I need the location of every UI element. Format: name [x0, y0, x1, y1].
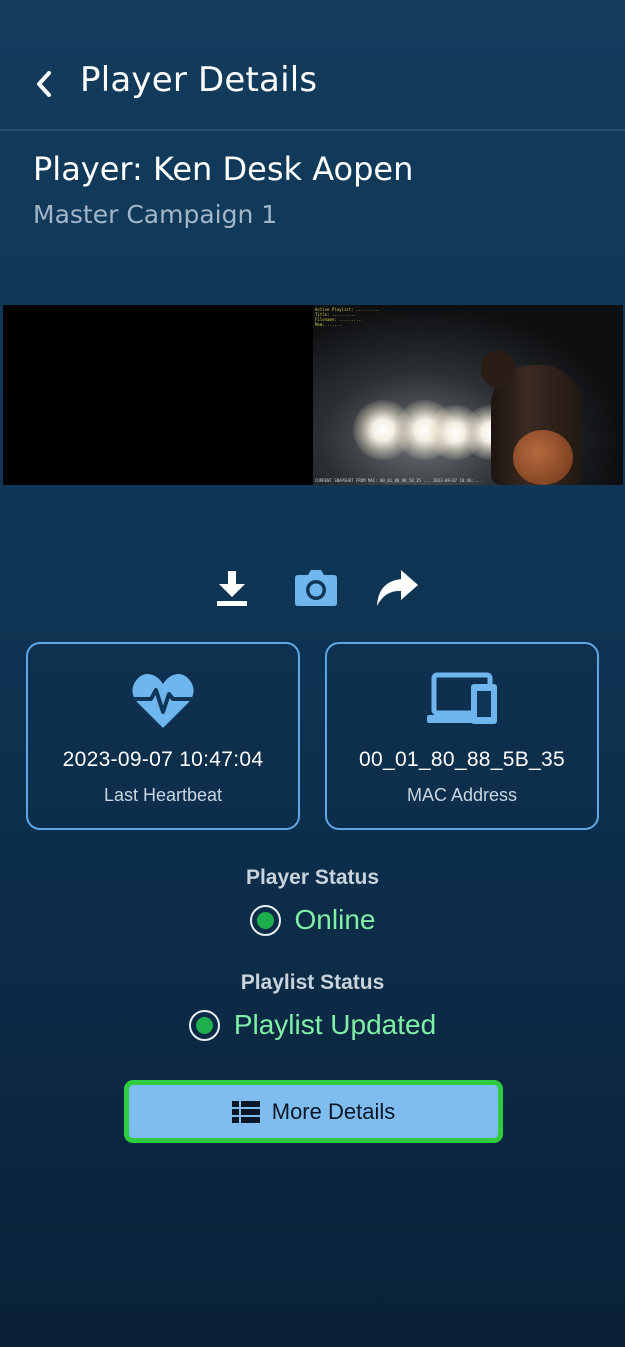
status-indicator-icon: [249, 904, 281, 936]
playlist-status-value: Playlist Updated: [233, 1009, 437, 1040]
app-header: Player Details: [0, 0, 625, 131]
osd-footer: CURRENT SNAPSHOT FROM MAC: 00_01_80_88_5…: [315, 478, 482, 483]
mac-address-card: 00_01_80_88_5B_35 MAC Address: [325, 642, 599, 830]
camera-icon[interactable]: [294, 569, 338, 607]
heartbeat-icon: [132, 674, 194, 728]
last-heartbeat-value: 2023-09-07 10:47:04: [62, 748, 264, 771]
player-screenshot-preview: Active Playlist: .......... Title: .....…: [3, 305, 623, 485]
osd-line: Mem: ......: [315, 322, 342, 327]
status-indicator-icon: [188, 1009, 220, 1041]
last-heartbeat-label: Last Heartbeat: [103, 785, 223, 805]
page-title: Player Details: [80, 60, 318, 100]
playlist-status-label: Playlist Status: [240, 971, 385, 994]
more-details-button[interactable]: More Details: [124, 1080, 503, 1143]
share-icon[interactable]: [373, 568, 419, 608]
player-status: Online: [0, 904, 625, 936]
list-icon: [231, 1100, 260, 1123]
player-status-label: Player Status: [245, 866, 380, 889]
devices-icon: [427, 672, 497, 724]
more-details-label: More Details: [271, 1098, 396, 1124]
chevron-left-icon[interactable]: [33, 69, 55, 99]
player-name: Player: Ken Desk Aopen: [33, 150, 414, 188]
playlist-status: Playlist Updated: [0, 1009, 625, 1041]
mac-address-label: MAC Address: [406, 785, 518, 805]
preview-image: Active Playlist: .......... Title: .....…: [313, 305, 623, 485]
download-button[interactable]: [208, 565, 256, 611]
mac-address-value: 00_01_80_88_5B_35: [359, 748, 565, 771]
action-bar: [0, 565, 625, 615]
player-status-value: Online: [294, 904, 376, 935]
back-button[interactable]: [28, 62, 60, 106]
download-icon[interactable]: [215, 569, 249, 607]
last-heartbeat-card: 2023-09-07 10:47:04 Last Heartbeat: [26, 642, 300, 830]
share-button[interactable]: [372, 565, 420, 611]
campaign-name: Master Campaign 1: [33, 200, 278, 229]
screenshot-button[interactable]: [292, 565, 340, 611]
preview-blank-area: [3, 305, 313, 485]
